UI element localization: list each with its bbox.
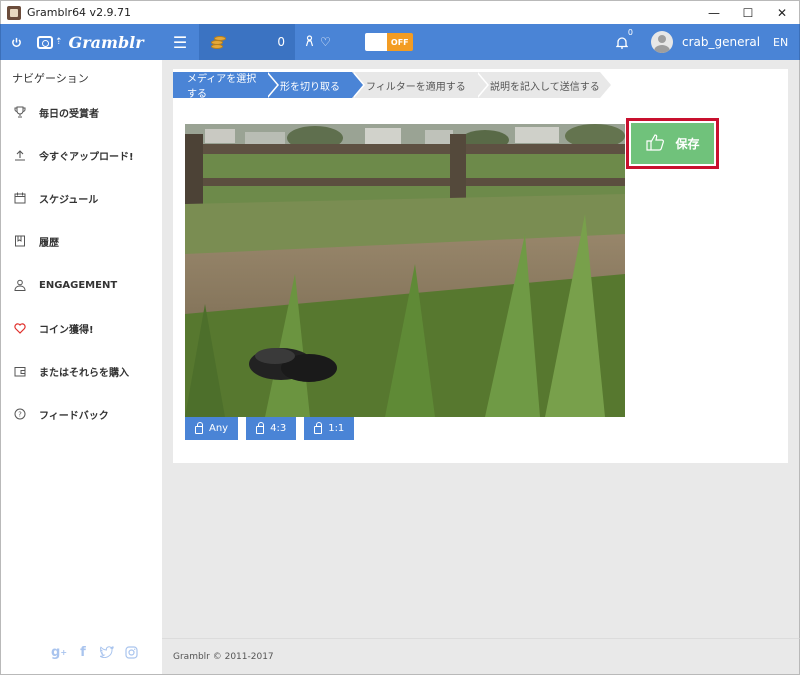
sidebar-item-label: またはそれらを購入	[39, 367, 129, 379]
editor-panel: メディアを選択する 形を切り取る フィルターを適用する 説明を記入して送信する	[173, 69, 788, 463]
language-selector[interactable]: EN	[773, 24, 788, 60]
hamburger-menu-icon[interactable]: ☰	[161, 33, 199, 52]
toggle-state: OFF	[386, 33, 413, 51]
coin-balance[interactable]: 0	[199, 24, 295, 60]
google-plus-icon[interactable]: g +	[51, 644, 67, 660]
sidebar-item-upload-now[interactable]: 今すぐアップロード!	[1, 144, 162, 166]
crop-ratio-buttons: Any 4:3 1:1	[185, 417, 355, 440]
step-breadcrumb: メディアを選択する 形を切り取る フィルターを適用する 説明を記入して送信する	[173, 72, 611, 100]
step-describe-send[interactable]: 説明を記入して送信する	[476, 72, 611, 98]
svg-text:?: ?	[18, 411, 22, 419]
thumbs-up-icon	[645, 133, 665, 154]
sidebar-item-buy-coins[interactable]: またはそれらを購入	[1, 360, 162, 382]
user-menu[interactable]: crab_general	[651, 24, 760, 60]
app-logo: ⇡ Gramblr	[37, 33, 161, 52]
camera-icon	[37, 35, 53, 49]
footer: Gramblr © 2011-2017	[162, 638, 800, 675]
main-content: メディアを選択する 形を切り取る フィルターを適用する 説明を記入して送信する	[162, 60, 800, 638]
coins-icon	[209, 33, 227, 51]
crop-label: 4:3	[270, 423, 287, 434]
avatar	[651, 31, 673, 53]
heart-icon	[13, 321, 27, 335]
crop-label: Any	[209, 423, 229, 434]
sidebar-item-engagement[interactable]: ENGAGEMENT	[1, 274, 162, 296]
social-links: g + f	[51, 644, 139, 660]
upload-arrow-icon: ⇡	[55, 37, 63, 47]
sidebar-item-label: 履歴	[39, 237, 59, 249]
step-select-media[interactable]: メディアを選択する	[173, 72, 279, 100]
wallet-icon	[13, 364, 27, 378]
sidebar: ナビゲーション 毎日の受賞者 今すぐアップロード! スケジュール 履歴 ENGA…	[0, 60, 162, 674]
notification-count: 0	[627, 28, 633, 37]
lock-icon	[314, 422, 323, 434]
sidebar-item-label: 毎日の受賞者	[39, 108, 99, 120]
username: crab_general	[682, 35, 761, 49]
sidebar-item-feedback[interactable]: ? フィードバック	[1, 403, 162, 425]
upload-icon	[13, 148, 27, 162]
coin-count: 0	[277, 35, 285, 49]
crop-any-button[interactable]: Any	[185, 417, 239, 440]
user-pin-icon[interactable]	[305, 34, 314, 50]
sidebar-item-label: 今すぐアップロード!	[39, 151, 134, 163]
save-button[interactable]: 保存	[631, 123, 714, 164]
sidebar-item-label: フィードバック	[39, 410, 109, 422]
heart-outline-icon[interactable]: ♡	[320, 35, 331, 49]
sidebar-item-history[interactable]: 履歴	[1, 230, 162, 252]
sidebar-item-daily-winners[interactable]: 毎日の受賞者	[1, 101, 162, 123]
power-icon[interactable]	[3, 37, 29, 48]
crop-1-1-button[interactable]: 1:1	[304, 417, 355, 440]
calendar-icon	[13, 191, 27, 205]
maximize-button[interactable]: ☐	[731, 1, 765, 25]
auto-toggle[interactable]: OFF	[364, 33, 413, 51]
trophy-icon	[13, 105, 27, 119]
user-icon	[13, 278, 27, 292]
photo-preview[interactable]	[185, 124, 625, 417]
history-icon	[13, 234, 27, 248]
notification-bell-icon[interactable]: 0	[607, 24, 637, 60]
minimize-button[interactable]: —	[697, 1, 731, 25]
close-button[interactable]: ✕	[765, 1, 799, 25]
question-icon: ?	[13, 407, 27, 421]
save-label: 保存	[675, 137, 700, 151]
lock-icon	[195, 422, 203, 434]
crop-label: 1:1	[328, 423, 345, 434]
window-title: Gramblr64 v2.9.71	[27, 6, 132, 19]
copyright: Gramblr © 2011-2017	[173, 652, 274, 662]
sidebar-item-label: スケジュール	[39, 194, 99, 206]
sidebar-item-label: コイン獲得!	[39, 324, 94, 336]
sidebar-item-label: ENGAGEMENT	[39, 279, 118, 291]
twitter-icon[interactable]	[99, 644, 115, 660]
crop-4-3-button[interactable]: 4:3	[246, 417, 297, 440]
instagram-icon[interactable]	[123, 644, 139, 660]
sidebar-item-schedule[interactable]: スケジュール	[1, 187, 162, 209]
step-label: フィルターを適用する	[366, 81, 466, 93]
step-label: メディアを選択する	[187, 74, 257, 100]
save-button-highlight: 保存	[626, 118, 719, 169]
step-label: 説明を記入して送信する	[490, 81, 600, 93]
app-icon	[7, 5, 21, 20]
brand-name: Gramblr	[68, 32, 144, 52]
facebook-icon[interactable]: f	[75, 644, 91, 660]
step-apply-filter[interactable]: フィルターを適用する	[352, 72, 489, 98]
app-header: ⇡ Gramblr ☰ 0 ♡ OFF 0 crab_general EN	[0, 24, 800, 60]
sidebar-title: ナビゲーション	[12, 72, 89, 85]
lock-icon	[256, 422, 265, 434]
window-titlebar: Gramblr64 v2.9.71 — ☐ ✕	[0, 0, 800, 24]
step-label: 形を切り取る	[280, 81, 340, 93]
sidebar-item-earn-coins[interactable]: コイン獲得!	[1, 317, 162, 339]
